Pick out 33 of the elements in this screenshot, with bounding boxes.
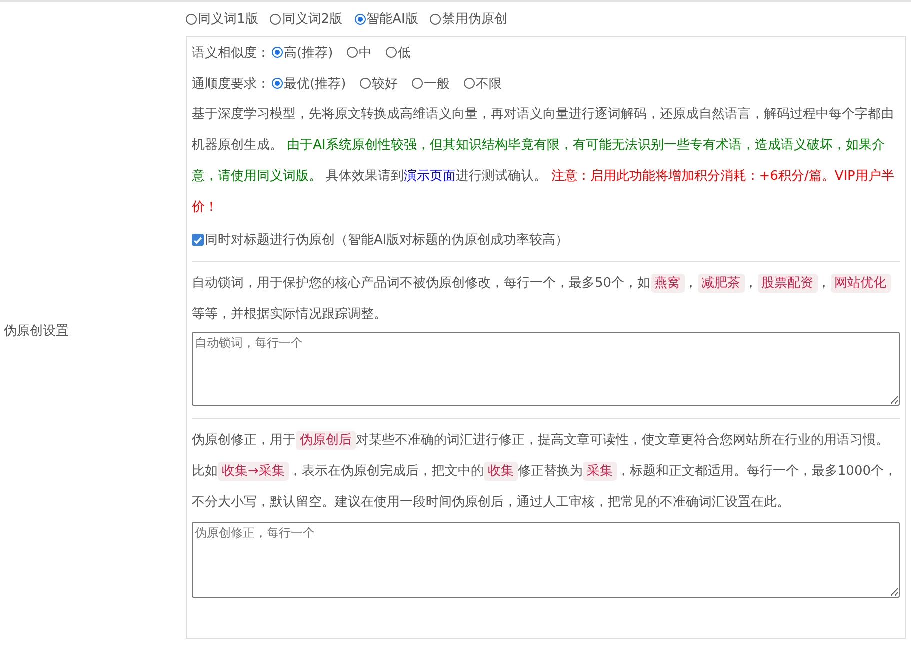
radio-icon[interactable] [270, 14, 282, 24]
option-radio[interactable]: 中 [347, 44, 372, 62]
mode-radio[interactable]: 同义词1版 [186, 10, 258, 28]
radio-icon[interactable] [430, 14, 442, 24]
checkbox-icon[interactable] [192, 234, 204, 246]
option-radio[interactable]: 高(推荐) [272, 44, 334, 62]
mode-radio[interactable]: 智能AI版 [354, 10, 418, 28]
radio-icon[interactable] [464, 78, 476, 89]
lock-words-description: 自动锁词，用于保护您的核心产品词不被伪原创修改，每行一个，最多50个，如 燕窝 ， 减肥茶 ， 股票配资 ， 网站优化 等等，并根据实际情况跟踪调整。 [192, 268, 900, 330]
radio-icon[interactable] [272, 78, 283, 89]
radio-icon[interactable] [360, 78, 372, 89]
option-radio[interactable]: 不限 [464, 74, 502, 92]
option-radio[interactable]: 较好 [360, 74, 398, 92]
radio-icon[interactable] [386, 47, 398, 58]
mode-radio[interactable]: 禁用伪原创 [430, 10, 508, 28]
radio-icon[interactable] [354, 14, 366, 24]
demo-link[interactable]: 演示页面 [404, 169, 456, 184]
title-checkbox[interactable]: 同时对标题进行伪原创（智能AI版对标题的伪原创成功率较高） [192, 231, 569, 249]
section-label: 伪原创设置 [3, 323, 69, 340]
setting-label: 语义相似度： [192, 44, 270, 62]
description-text: 基于深度学习模型，先将原文转换成高维语义向量，再对语义向量进行逐词解码，还原成自然语言，解码过程中每个字都由机器原创生成。 由于AI系统原创性较强，但其知识结构毕竟有限，有可能无法识别一些专有术语，造成语义破坏，如果介意，请使用同义词版。 具体效果请到演示页面进行测试确认。 注意：启用此功能将增加积分消耗：+6积分/篇。VIP用户半价！ [192, 106, 896, 217]
radio-icon[interactable] [186, 14, 197, 24]
corrections-field[interactable]: 伪原创修正，每行一个 [192, 522, 900, 598]
radio-icon[interactable] [272, 47, 283, 58]
option-radio[interactable]: 一般 [412, 74, 450, 92]
radio-icon[interactable] [412, 78, 424, 89]
option-radio[interactable]: 低 [386, 44, 412, 62]
option-radio[interactable]: 最优(推荐) [272, 74, 346, 92]
lock-words-field[interactable]: 自动锁词，每行一个 [192, 332, 900, 406]
corrections-description: 伪原创修正，用于 伪原创后 对某些不准确的词汇进行修正，提高文章可读性，使文章更符合您网站所在行业的用语习惯。比如 收集→采集 ，表示在伪原创完成后，把文中的 收集 修正替换为 采集 ，标题和正文都适用。每行一个，最多1000个，不分大小写，默认留空。建议在使用一段时间伪原创后，通过人工审核，把常见的不准确词汇设置在此。 [192, 430, 898, 512]
radio-icon[interactable] [347, 47, 358, 58]
mode-radio[interactable]: 同义词2版 [270, 10, 343, 28]
setting-label: 通顺度要求： [192, 76, 270, 92]
